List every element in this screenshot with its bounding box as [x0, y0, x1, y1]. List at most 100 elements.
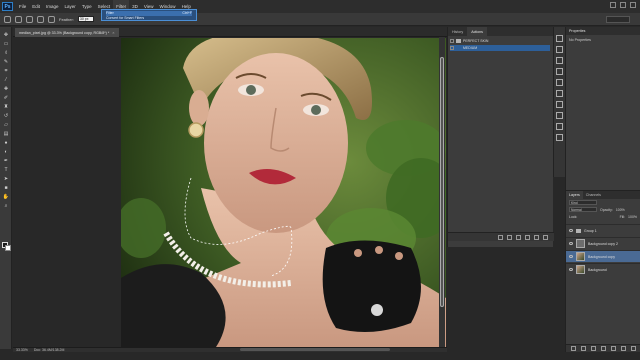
character-panel-icon[interactable] — [556, 90, 563, 97]
new-action-icon[interactable] — [534, 234, 539, 240]
new-selection-icon[interactable] — [15, 15, 22, 23]
marquee-tool-icon[interactable]: ▭ — [2, 40, 10, 48]
paragraph-panel-icon[interactable] — [556, 101, 563, 108]
brush-tool-icon[interactable]: ✐ — [2, 94, 10, 102]
horizontal-scrollbar[interactable] — [240, 348, 390, 351]
actions-footer — [448, 232, 554, 241]
swatches-panel-icon[interactable] — [556, 68, 563, 75]
document-tab[interactable]: median_pixel.jpg @ 33.3% (Background cop… — [15, 28, 119, 37]
properties-subtitle: No Properties — [569, 38, 591, 42]
intersect-selection-icon[interactable] — [48, 15, 55, 23]
last-filter-shortcut: Ctrl+F — [182, 11, 192, 15]
healing-brush-tool-icon[interactable]: ✚ — [2, 85, 10, 93]
feather-input[interactable]: 30 px — [77, 16, 94, 22]
zoom-tool-icon[interactable]: ⌕ — [2, 202, 10, 210]
tab-channels[interactable]: Channels — [583, 191, 604, 199]
options-bar: Feather: 30 px — [0, 13, 640, 26]
brush-panel-icon[interactable] — [556, 79, 563, 86]
play-icon[interactable] — [516, 234, 521, 240]
tools-panel: ✥ ▭ ℓ ✎ ⌗ ⁄ ✚ ✐ ♜ ↺ ▱ ▤ ● ◐ ✒ T ➤ ■ ✋ ⌕ — [0, 27, 12, 349]
properties-panel: Properties No Properties — [565, 27, 640, 190]
info-panel-icon[interactable] — [556, 112, 563, 119]
path-selection-tool-icon[interactable]: ➤ — [2, 175, 10, 183]
layer-row-background[interactable]: Background — [566, 263, 640, 275]
opacity-value[interactable]: 100% — [616, 208, 625, 212]
new-layer-icon[interactable] — [621, 346, 626, 351]
add-selection-icon[interactable] — [26, 15, 33, 23]
canvas-photo[interactable] — [121, 38, 446, 347]
type-tool-icon[interactable]: T — [2, 166, 10, 174]
clone-stamp-tool-icon[interactable]: ♜ — [2, 103, 10, 111]
action-set-row[interactable]: PERFECT SKIN — [450, 38, 550, 44]
mask-icon[interactable] — [591, 346, 596, 351]
tab-history[interactable]: History — [448, 27, 467, 36]
eyedropper-tool-icon[interactable]: ⁄ — [2, 76, 10, 84]
hand-tool-icon[interactable]: ✋ — [2, 193, 10, 201]
menu-file[interactable]: File — [16, 0, 29, 13]
stop-icon[interactable] — [498, 234, 503, 240]
layer-thumbnail — [576, 252, 585, 261]
layer-row[interactable]: Background copy 2 — [566, 237, 640, 249]
record-icon[interactable] — [507, 234, 512, 240]
dodge-tool-icon[interactable]: ◐ — [2, 148, 10, 156]
adjustment-layer-icon[interactable] — [601, 346, 606, 351]
canvas-area[interactable] — [13, 37, 447, 347]
fx-icon[interactable] — [581, 346, 586, 351]
vertical-scrollbar[interactable] — [439, 37, 445, 347]
trash-icon[interactable] — [631, 346, 636, 351]
layer-row-selected[interactable]: Background copy — [566, 250, 640, 262]
tab-layers[interactable]: Layers — [566, 191, 583, 199]
new-set-icon[interactable] — [525, 234, 530, 240]
background-color[interactable] — [5, 245, 11, 251]
lasso-tool-icon[interactable]: ℓ — [2, 49, 10, 57]
menu-bar: Ps File Edit Image Layer Type Select Fil… — [0, 0, 640, 13]
zoom-level[interactable]: 33.33% — [16, 348, 28, 352]
blend-mode-select[interactable]: Normal — [569, 207, 597, 212]
visibility-eye-icon[interactable] — [569, 268, 573, 271]
document-tab-bar: median_pixel.jpg @ 33.3% (Background cop… — [13, 27, 447, 37]
visibility-eye-icon[interactable] — [569, 229, 573, 232]
visibility-eye-icon[interactable] — [569, 242, 573, 245]
navigator-panel-icon[interactable] — [556, 134, 563, 141]
actions-panel-icon[interactable] — [556, 46, 563, 53]
close-tab-icon[interactable]: × — [112, 30, 114, 35]
lasso-tool-preset-icon[interactable] — [4, 15, 11, 23]
layer-row-group[interactable]: Group 1 — [566, 224, 640, 236]
menu-row-smart-filters[interactable]: Convert for Smart Filters — [106, 16, 192, 21]
crop-tool-icon[interactable]: ⌗ — [2, 67, 10, 75]
menu-image[interactable]: Image — [43, 0, 62, 13]
move-tool-icon[interactable]: ✥ — [2, 31, 10, 39]
menu-type[interactable]: Type — [79, 0, 95, 13]
toggle-checkbox[interactable] — [450, 46, 454, 50]
minimize-icon[interactable] — [610, 2, 616, 8]
properties-panel-icon[interactable] — [556, 57, 563, 64]
maximize-icon[interactable] — [620, 2, 626, 8]
adjustments-panel-icon[interactable] — [556, 123, 563, 130]
new-group-icon[interactable] — [611, 346, 616, 351]
kind-filter-select[interactable]: Kind — [569, 200, 597, 205]
vertical-scroll-thumb[interactable] — [440, 57, 444, 307]
fill-value[interactable]: 100% — [628, 215, 640, 219]
action-set-label: PERFECT SKIN — [463, 39, 489, 43]
visibility-eye-icon[interactable] — [569, 255, 573, 258]
quick-select-tool-icon[interactable]: ✎ — [2, 58, 10, 66]
close-icon[interactable] — [630, 2, 636, 8]
trash-icon[interactable] — [543, 234, 548, 240]
link-icon[interactable] — [571, 346, 576, 351]
eraser-tool-icon[interactable]: ▱ — [2, 121, 10, 129]
action-row-selected[interactable]: MEDIUM — [450, 45, 550, 51]
shape-tool-icon[interactable]: ■ — [2, 184, 10, 192]
history-panel-icon[interactable] — [556, 35, 563, 42]
subtract-selection-icon[interactable] — [37, 15, 44, 23]
menu-edit[interactable]: Edit — [29, 0, 43, 13]
pen-tool-icon[interactable]: ✒ — [2, 157, 10, 165]
blur-tool-icon[interactable]: ● — [2, 139, 10, 147]
history-brush-tool-icon[interactable]: ↺ — [2, 112, 10, 120]
tab-actions[interactable]: Actions — [467, 27, 487, 36]
menu-layer[interactable]: Layer — [62, 0, 79, 13]
gradient-tool-icon[interactable]: ▤ — [2, 130, 10, 138]
color-swatches[interactable] — [2, 242, 11, 252]
toggle-checkbox[interactable] — [450, 39, 454, 43]
workspace-search[interactable] — [606, 16, 630, 23]
layers-footer — [566, 344, 640, 352]
